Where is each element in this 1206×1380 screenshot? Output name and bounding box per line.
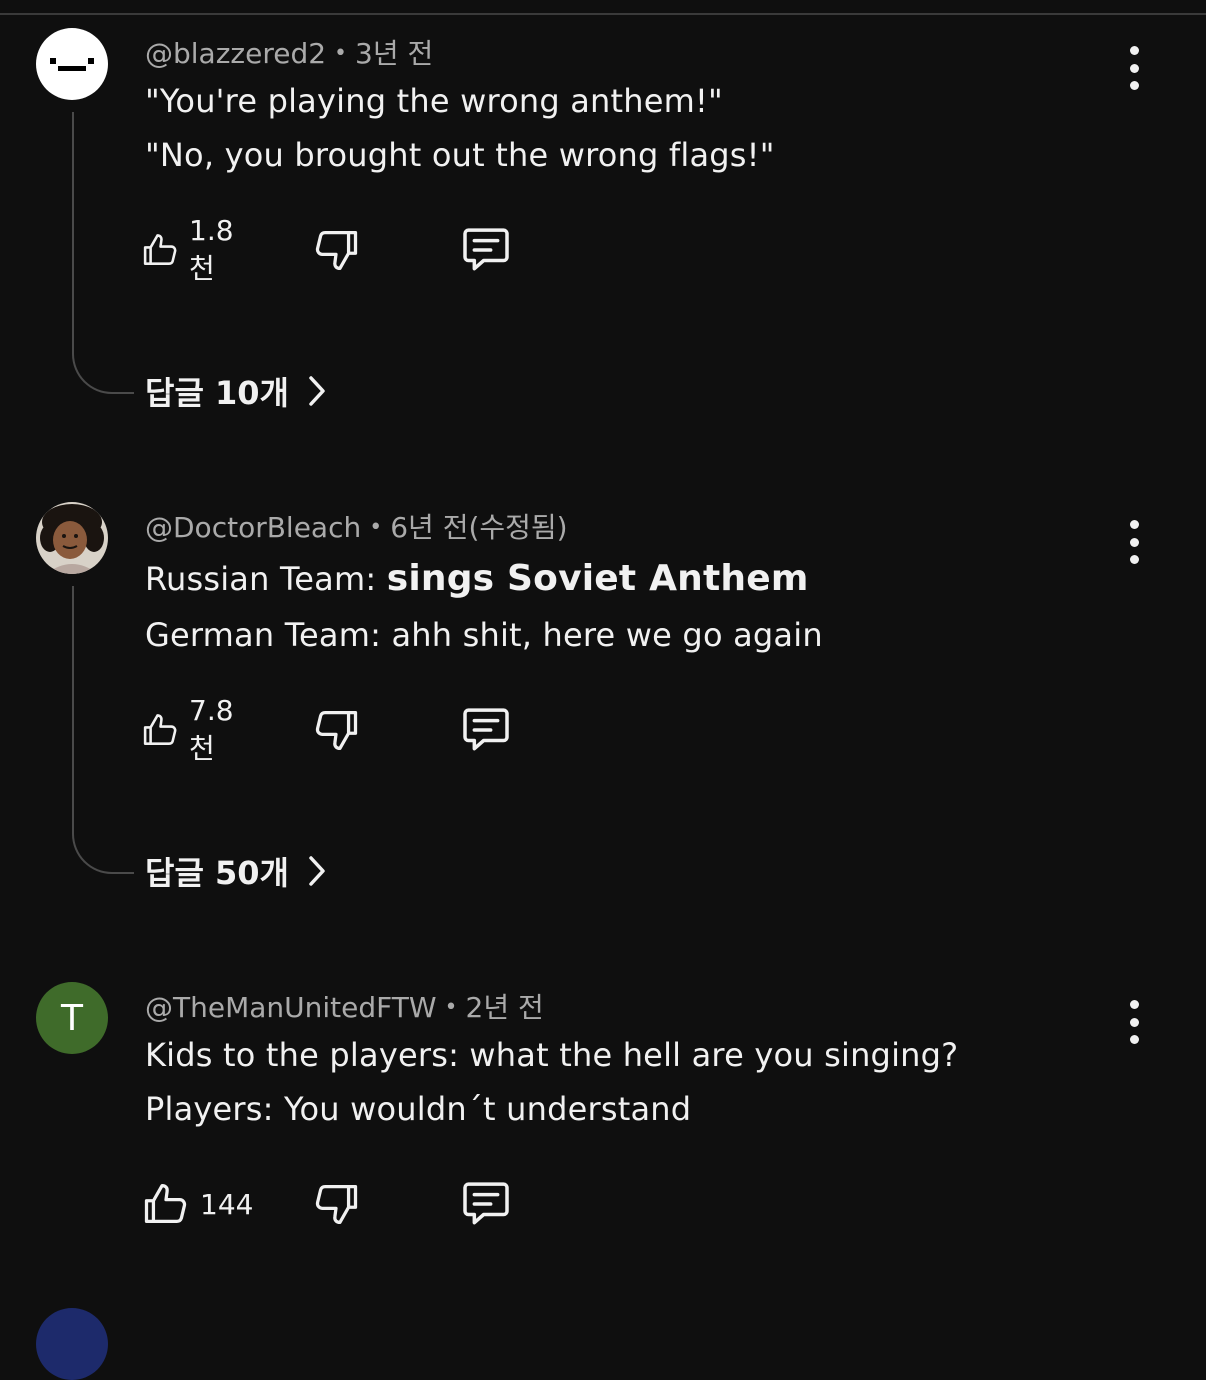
comment-author[interactable]: @blazzered2 — [145, 37, 326, 70]
comment-time[interactable]: 6년 전(수정됨) — [390, 511, 567, 544]
thread-line — [72, 586, 134, 874]
more-options-button[interactable] — [1120, 520, 1148, 564]
comment-text-line-2: German Team: ahh shit, here we go again — [145, 616, 823, 654]
chevron-right-icon — [309, 376, 325, 406]
dislike-icon — [315, 1185, 358, 1225]
comment-meta: @DoctorBleach • 6년 전(수정됨) — [145, 506, 568, 546]
more-options-button[interactable] — [1120, 1000, 1148, 1044]
thread-line — [72, 112, 134, 394]
like-count: 7.8천 — [189, 693, 234, 765]
reply-button[interactable] — [458, 222, 514, 278]
reply-button[interactable] — [458, 1176, 514, 1232]
like-icon — [143, 714, 177, 745]
comment-text-line-1: Russian Team: sings Soviet Anthem — [145, 558, 809, 599]
reply-icon — [463, 708, 509, 751]
avatar-next-comment[interactable] — [36, 1308, 108, 1380]
comment-text-bold: sings Soviet Anthem — [386, 558, 809, 599]
more-icon — [1129, 1000, 1139, 1009]
like-count: 1.8천 — [189, 213, 234, 285]
like-button[interactable]: 144 — [140, 1176, 253, 1232]
comment-text-line-2: "No, you brought out the wrong flags!" — [145, 136, 775, 174]
replies-toggle[interactable]: 답글 10개 — [145, 368, 327, 414]
reply-icon — [463, 1182, 509, 1225]
like-button[interactable]: 1.8천 — [140, 214, 245, 285]
meta-separator: • — [334, 41, 348, 66]
comment-author[interactable]: @DoctorBleach — [145, 511, 361, 544]
more-icon — [1129, 520, 1139, 529]
reply-icon — [463, 228, 509, 271]
more-options-button[interactable] — [1120, 46, 1148, 90]
comment-meta: @TheManUnitedFTW • 2년 전 — [145, 986, 544, 1026]
avatar-photo-icon — [36, 502, 108, 574]
top-divider — [0, 13, 1206, 15]
chevron-right-icon — [309, 856, 325, 886]
replies-label: 답글 50개 — [145, 854, 289, 892]
meta-separator: • — [369, 515, 383, 540]
like-count: 144 — [200, 1187, 254, 1221]
comment-text-line-2: Players: You wouldn´t understand — [145, 1090, 692, 1128]
replies-label: 답글 10개 — [145, 374, 289, 412]
dislike-button[interactable] — [310, 222, 362, 278]
comment-text-line-1: "You're playing the wrong anthem!" — [145, 82, 723, 120]
more-icon — [1129, 46, 1139, 55]
replies-toggle[interactable]: 답글 50개 — [145, 848, 327, 894]
avatar-doctorbleach[interactable] — [36, 502, 108, 574]
avatar-themanunitedftw[interactable]: T — [36, 982, 108, 1054]
comment-text-line-1: Kids to the players: what the hell are y… — [145, 1036, 959, 1074]
comment-meta: @blazzered2 • 3년 전 — [145, 32, 433, 72]
dislike-icon — [315, 231, 358, 271]
comment-text-prefix: Russian Team: — [145, 560, 387, 598]
like-icon — [143, 234, 177, 265]
meta-separator: • — [444, 995, 458, 1020]
avatar-face-icon — [36, 28, 108, 100]
comment-time[interactable]: 3년 전 — [355, 37, 433, 70]
reply-button[interactable] — [458, 702, 514, 758]
dislike-button[interactable] — [310, 702, 362, 758]
dislike-button[interactable] — [310, 1176, 362, 1232]
avatar-blazzered2[interactable] — [36, 28, 108, 100]
dislike-icon — [315, 711, 358, 751]
like-icon — [144, 1183, 187, 1223]
comment-author[interactable]: @TheManUnitedFTW — [145, 991, 437, 1024]
comment-time[interactable]: 2년 전 — [466, 991, 544, 1024]
like-button[interactable]: 7.8천 — [140, 694, 245, 765]
